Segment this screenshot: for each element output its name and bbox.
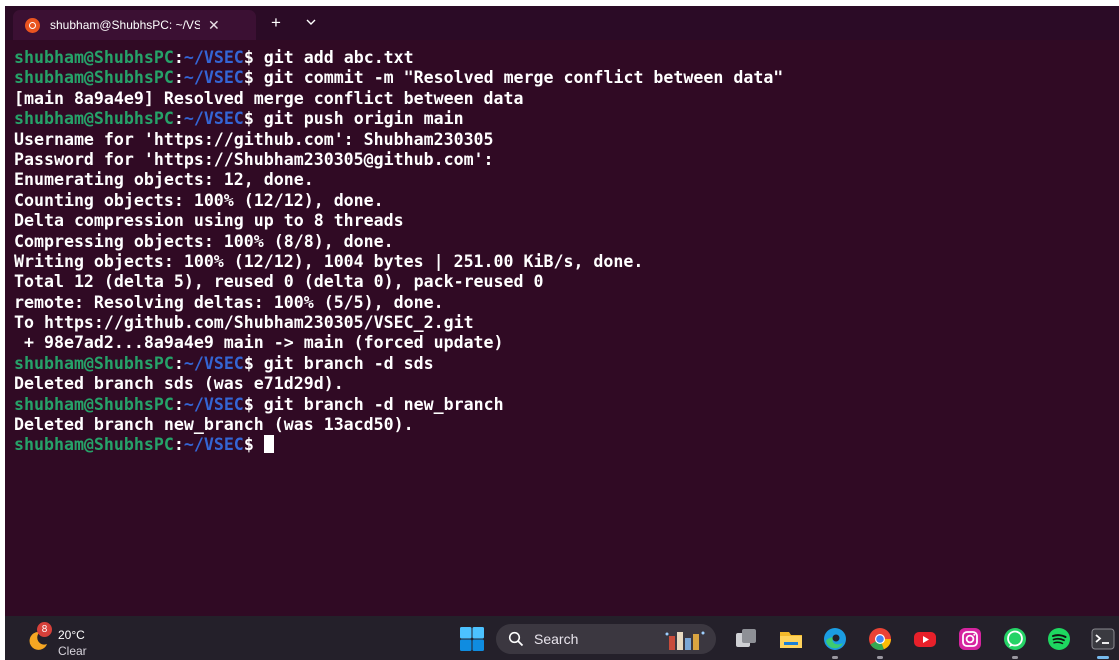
weather-widget[interactable]: 8 20°C Clear — [23, 622, 103, 658]
terminal-command-line: shubham@ShubhsPC:~/VSEC$ git branch -d n… — [14, 395, 1114, 415]
prompt-symbol: $ — [243, 394, 254, 414]
prompt-user: shubham@ShubhsPC — [14, 68, 174, 88]
terminal-command-line: shubham@ShubhsPC:~/VSEC$ git push origin… — [14, 109, 1114, 129]
search-icon — [508, 631, 524, 647]
prompt-user: shubham@ShubhsPC — [14, 353, 174, 373]
windows-start-icon[interactable] — [459, 626, 485, 652]
terminal-output-line: Enumerating objects: 12, done. — [14, 170, 314, 190]
taskbar: 8 20°C Clear Search — [5, 616, 1119, 660]
prompt-symbol: $ — [243, 353, 254, 373]
new-tab-button[interactable]: + — [271, 14, 281, 32]
instagram-icon[interactable] — [957, 626, 983, 652]
prompt-colon: : — [173, 68, 184, 88]
text-cursor — [263, 435, 274, 454]
terminal-output-line: Password for 'https://Shubham230305@gith… — [14, 149, 494, 169]
prompt-user: shubham@ShubhsPC — [14, 435, 174, 455]
terminal-output-line: Deleted branch new_branch (was 13acd50). — [14, 415, 414, 435]
tab-terminal[interactable]: shubham@ShubhsPC: ~/VSEC ✕ — [13, 10, 256, 40]
prompt-colon: : — [173, 48, 184, 67]
task-view-icon[interactable] — [733, 626, 759, 652]
terminal-window: shubham@ShubhsPC: ~/VSEC ✕ + shubham@Shu… — [5, 6, 1119, 660]
tab-title: shubham@ShubhsPC: ~/VSEC — [50, 18, 200, 32]
prompt-user: shubham@ShubhsPC — [14, 394, 174, 414]
ubuntu-logo-icon — [25, 17, 40, 33]
weather-badge: 8 — [37, 622, 52, 637]
youtube-icon[interactable] — [912, 626, 938, 652]
search-label: Search — [534, 631, 579, 647]
terminal-output-line: + 98e7ad2...8a9a4e9 main -> main (forced… — [14, 333, 504, 353]
prompt-symbol: $ — [243, 109, 254, 129]
terminal-output-line: To https://github.com/Shubham230305/VSEC… — [14, 313, 474, 333]
terminal-output-line: Compressing objects: 100% (8/8), done. — [14, 231, 394, 251]
terminal-output-line: Deleted branch sds (was e71d29d). — [14, 374, 344, 394]
tab-bar: shubham@ShubhsPC: ~/VSEC ✕ + — [5, 6, 1119, 40]
command-text: git commit -m "Resolved merge conflict b… — [253, 68, 784, 88]
edge-browser-icon[interactable] — [822, 626, 848, 652]
terminal-output-line: Total 12 (delta 5), reused 0 (delta 0), … — [14, 272, 544, 292]
terminal-output-line: Delta compression using up to 8 threads — [14, 211, 404, 231]
prompt-path: ~/VSEC — [183, 48, 244, 67]
prompt-user: shubham@ShubhsPC — [14, 48, 174, 67]
terminal-output-line: Username for 'https://github.com': Shubh… — [14, 129, 494, 149]
edge-running-indicator — [832, 656, 838, 659]
close-tab-button[interactable]: ✕ — [208, 17, 220, 34]
prompt-path: ~/VSEC — [183, 68, 244, 88]
file-explorer-icon[interactable] — [778, 626, 804, 652]
terminal-icon[interactable] — [1090, 626, 1116, 652]
taskbar-search[interactable]: Search — [496, 624, 716, 654]
prompt-symbol: $ — [243, 48, 254, 67]
chrome-running-indicator — [877, 656, 883, 659]
terminal-active-indicator — [1097, 656, 1109, 659]
terminal-output-line: [main 8a9a4e9] Resolved merge conflict b… — [14, 88, 524, 108]
spotify-icon[interactable] — [1046, 626, 1072, 652]
prompt-colon: : — [173, 109, 184, 129]
command-text — [254, 435, 264, 454]
search-highlight-icon — [665, 631, 705, 650]
whatsapp-icon[interactable] — [1002, 626, 1028, 652]
terminal-command-line: shubham@ShubhsPC:~/VSEC$ git branch -d s… — [14, 354, 1114, 374]
command-text: git branch -d new_branch — [253, 394, 504, 414]
weather-temperature: 20°C — [58, 628, 85, 642]
terminal-command-line: shubham@ShubhsPC:~/VSEC$ git commit -m "… — [14, 68, 1114, 88]
prompt-colon: : — [173, 353, 184, 373]
command-text: git branch -d sds — [253, 353, 434, 373]
prompt-colon: : — [173, 435, 184, 455]
command-text: git add abc.txt — [253, 48, 414, 67]
prompt-path: ~/VSEC — [183, 109, 244, 129]
prompt-user: shubham@ShubhsPC — [14, 109, 174, 129]
chrome-browser-icon[interactable] — [867, 626, 893, 652]
chevron-down-icon[interactable] — [304, 15, 318, 29]
terminal-current-prompt: shubham@ShubhsPC:~/VSEC$ — [14, 435, 1114, 455]
terminal-output-line: Counting objects: 100% (12/12), done. — [14, 190, 384, 210]
terminal-output-line: Writing objects: 100% (12/12), 1004 byte… — [14, 251, 644, 271]
prompt-symbol: $ — [243, 435, 254, 455]
terminal-command-line: shubham@ShubhsPC:~/VSEC$ git add abc.txt — [14, 48, 1114, 68]
command-text: git push origin main — [253, 109, 464, 129]
prompt-path: ~/VSEC — [183, 394, 244, 414]
prompt-colon: : — [173, 394, 184, 414]
whatsapp-running-indicator — [1012, 656, 1018, 659]
terminal-output-line: remote: Resolving deltas: 100% (5/5), do… — [14, 292, 444, 312]
prompt-path: ~/VSEC — [183, 353, 244, 373]
prompt-path: ~/VSEC — [183, 435, 244, 455]
weather-condition: Clear — [58, 644, 87, 658]
prompt-symbol: $ — [243, 68, 254, 88]
terminal-output[interactable]: shubham@ShubhsPC:~/VSEC$ git add abc.txt… — [14, 48, 1114, 456]
